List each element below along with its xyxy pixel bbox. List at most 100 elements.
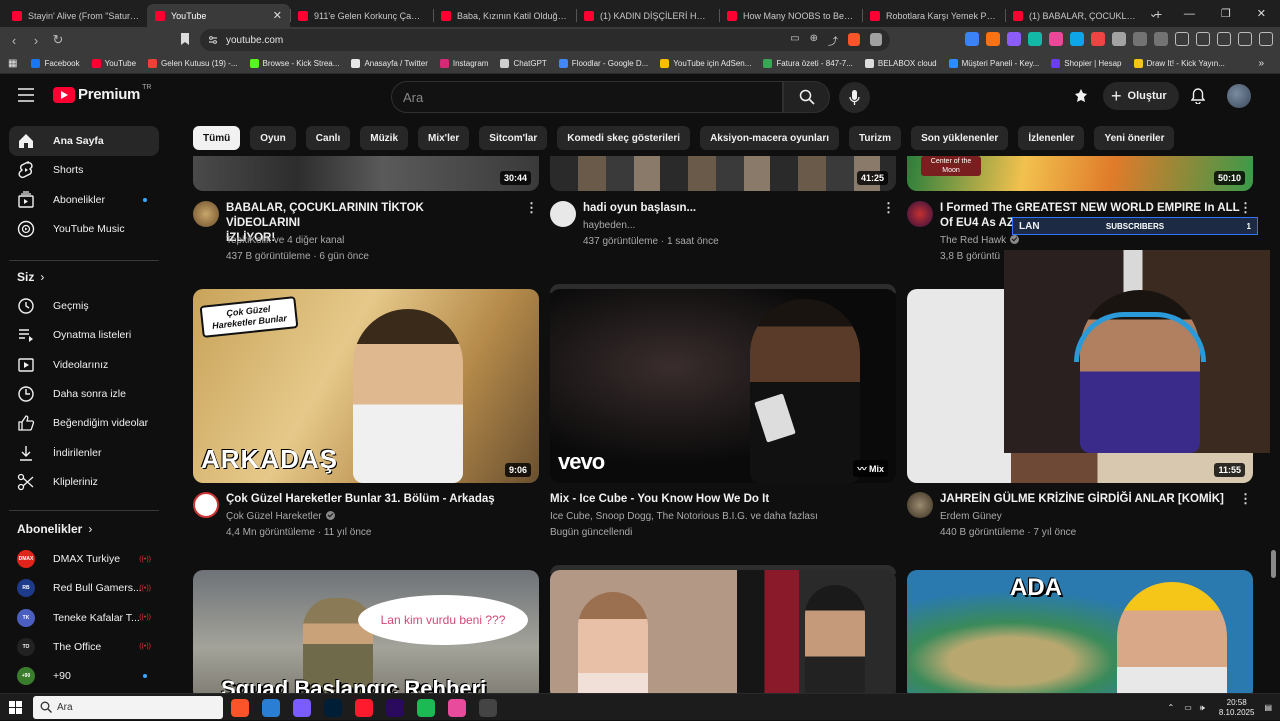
show-hidden-icons[interactable]: ⌃ (1168, 703, 1175, 712)
filter-chip[interactable]: Tümü (193, 126, 241, 150)
sidebar-item-music[interactable]: YouTube Music (9, 214, 159, 244)
apps-grid-icon[interactable]: ▦ (8, 58, 17, 69)
extension-icon[interactable] (1028, 32, 1042, 46)
premiere-app-icon[interactable] (386, 699, 404, 717)
bookmark-icon[interactable] (180, 33, 190, 45)
sidebar-toggle-icon[interactable] (1133, 32, 1147, 46)
bookmark-item[interactable]: Instagram (439, 58, 488, 68)
address-field[interactable]: youtube.com ▭ ⊕ ⤴ (200, 29, 890, 51)
reload-icon[interactable]: ↻ (47, 32, 69, 48)
network-icon[interactable]: ▭ (1184, 703, 1192, 712)
channel-name[interactable]: TepkiKolik ve 4 diğer kanal (226, 235, 344, 246)
voice-search-button[interactable] (839, 82, 870, 113)
app-2-icon[interactable] (262, 699, 280, 717)
video-thumbnail[interactable]: vevo 〰 Mix (550, 289, 896, 483)
sidebar-item-like[interactable]: Beğendiğim videolar (9, 408, 159, 438)
channel-names[interactable]: Ice Cube, Snoop Dogg, The Notorious B.I.… (550, 511, 818, 522)
sidebar-item-subscriptions[interactable]: Abonelikler (9, 185, 159, 215)
video-title[interactable]: hadi oyun başlasın... (583, 201, 858, 216)
video-thumbnail[interactable]: Center of the Moon 50:10 (907, 156, 1253, 191)
clock[interactable]: 20:58 8.10.2025 (1219, 698, 1255, 718)
browser-tab[interactable]: Robotlara Karşı Yemek Pişirdim (862, 4, 1005, 27)
wallet-icon[interactable] (1217, 32, 1231, 46)
extension-icon[interactable] (1049, 32, 1063, 46)
spotify-app-icon[interactable] (417, 699, 435, 717)
video-thumbnail[interactable]: Çok Güzel Hareketler Bunlar ARKADAŞ 9:06 (193, 289, 539, 483)
sidebar-subscription[interactable]: TO The Office ((•)) (9, 632, 159, 662)
music-control-icon[interactable] (1175, 32, 1189, 46)
app-8-icon[interactable] (448, 699, 466, 717)
volume-icon[interactable]: 🕪 (1200, 703, 1205, 713)
more-actions-icon[interactable]: ⋮ (525, 200, 538, 216)
zoom-icon[interactable]: ⊕ (810, 33, 818, 48)
taskbar-search-input[interactable]: Ara (33, 696, 223, 719)
photoshop-app-icon[interactable] (324, 699, 342, 717)
sidebar-item-history[interactable]: Geçmiş (9, 291, 159, 321)
browser-tab[interactable]: Stayin' Alive (From "Saturd... (4, 4, 147, 27)
browser-tab[interactable]: 911'e Gelen Korkunç Çağrı - Yo (290, 4, 433, 27)
scrollbar-thumb[interactable] (1271, 550, 1276, 578)
sidebar-item-home[interactable]: Ana Sayfa (9, 126, 159, 156)
channel-name[interactable]: haybeden... (583, 220, 635, 231)
video-thumbnail[interactable]: 30:44 (193, 156, 539, 191)
video-title[interactable]: JAHREİN GÜLME KRİZİNE GİRDİĞİ ANLAR [KOM… (940, 492, 1240, 507)
channel-avatar[interactable] (550, 201, 576, 227)
brave-app-icon[interactable] (231, 699, 249, 717)
search-input[interactable]: Ara (391, 81, 783, 113)
filter-chip[interactable]: Müzik (360, 126, 409, 150)
more-actions-icon[interactable]: ⋮ (882, 200, 895, 216)
bookmark-item[interactable]: Facebook (31, 58, 80, 68)
bookmark-item[interactable]: Anasayfa / Twitter (351, 58, 428, 68)
channel-name[interactable]: Çok Güzel Hareketler (226, 511, 335, 522)
video-thumbnail[interactable] (550, 570, 896, 693)
site-info-icon[interactable] (208, 35, 218, 45)
sidebar-item-watch-later[interactable]: Daha sonra izle (9, 379, 159, 409)
sidebar-subscription[interactable]: TK Teneke Kafalar T... ((•)) (9, 603, 159, 633)
windows-start-icon[interactable] (9, 701, 22, 714)
extension-icon[interactable] (1007, 32, 1021, 46)
bookmark-item[interactable]: Fatura özeti - 847-7... (763, 58, 853, 68)
filter-chip[interactable]: Aksiyon-macera oyunları (700, 126, 840, 150)
channel-avatar[interactable] (193, 492, 219, 518)
browser-tab[interactable]: How Many NOOBS to Beat a C (719, 4, 862, 27)
bookmark-item[interactable]: YouTube (91, 58, 136, 68)
subscriptions-section-heading[interactable]: Abonelikler › (17, 522, 92, 536)
video-title[interactable]: Mix - Ice Cube - You Know How We Do It (550, 492, 870, 507)
more-actions-icon[interactable]: ⋮ (1239, 491, 1252, 507)
split-view-icon[interactable] (1196, 32, 1210, 46)
minimize-button[interactable]: — (1184, 8, 1195, 20)
extension-icon[interactable] (986, 32, 1000, 46)
filter-chip[interactable]: Komedi skeç gösterileri (557, 126, 691, 150)
filter-chip[interactable]: Canlı (305, 126, 351, 150)
video-thumbnail[interactable]: 41:25 (550, 156, 896, 191)
brave-shields-icon[interactable] (848, 33, 860, 46)
filter-chip[interactable]: Turizm (849, 126, 902, 150)
channel-name[interactable]: Erdem Güney (940, 511, 1002, 522)
sidebar-subscription[interactable]: +90 +90 (9, 661, 159, 691)
sidebar-subscription[interactable]: DMAX DMAX Turkiye ((•)) (9, 544, 159, 574)
filter-chip[interactable]: Sitcom'lar (479, 126, 548, 150)
app-3-icon[interactable] (293, 699, 311, 717)
bookmark-item[interactable]: Floodlar - Google D... (558, 58, 648, 68)
close-window-button[interactable]: ✕ (1257, 7, 1266, 20)
you-section-heading[interactable]: Siz › (17, 270, 44, 284)
video-thumbnail[interactable]: Lan kim vurdu beni ??? Squad Başlangıç R… (193, 570, 539, 693)
video-thumbnail[interactable]: ADA (907, 570, 1253, 693)
filter-chip[interactable]: İzlenenler (1018, 126, 1085, 150)
forward-icon[interactable]: › (25, 33, 47, 48)
more-actions-icon[interactable]: ⋮ (1239, 200, 1252, 216)
extension-icon[interactable] (965, 32, 979, 46)
notifications-icon[interactable]: ▤ (1264, 703, 1272, 712)
sidebar-item-shorts[interactable]: Shorts (9, 155, 159, 185)
share-icon[interactable]: ⤴ (828, 33, 838, 48)
browser-tab[interactable]: Baba, Kızının Katil Olduğunu Ö (433, 4, 576, 27)
bookmark-item[interactable]: Müşteri Paneli - Key... (948, 58, 1039, 68)
channel-avatar[interactable] (193, 201, 219, 227)
bookmark-item[interactable]: Draw It! - Kick Yayın... (1133, 58, 1225, 68)
search-button[interactable] (783, 81, 830, 113)
bookmark-item[interactable]: Gelen Kutusu (19) -... (148, 58, 238, 68)
cast-icon[interactable]: ▭ (790, 33, 799, 48)
filter-chip[interactable]: Oyun (250, 126, 296, 150)
browser-tab[interactable]: (1) KADIN DİŞÇİLERİ HEDEF AL (576, 4, 719, 27)
sidebar-item-clips[interactable]: Klipleriniz (9, 467, 159, 497)
